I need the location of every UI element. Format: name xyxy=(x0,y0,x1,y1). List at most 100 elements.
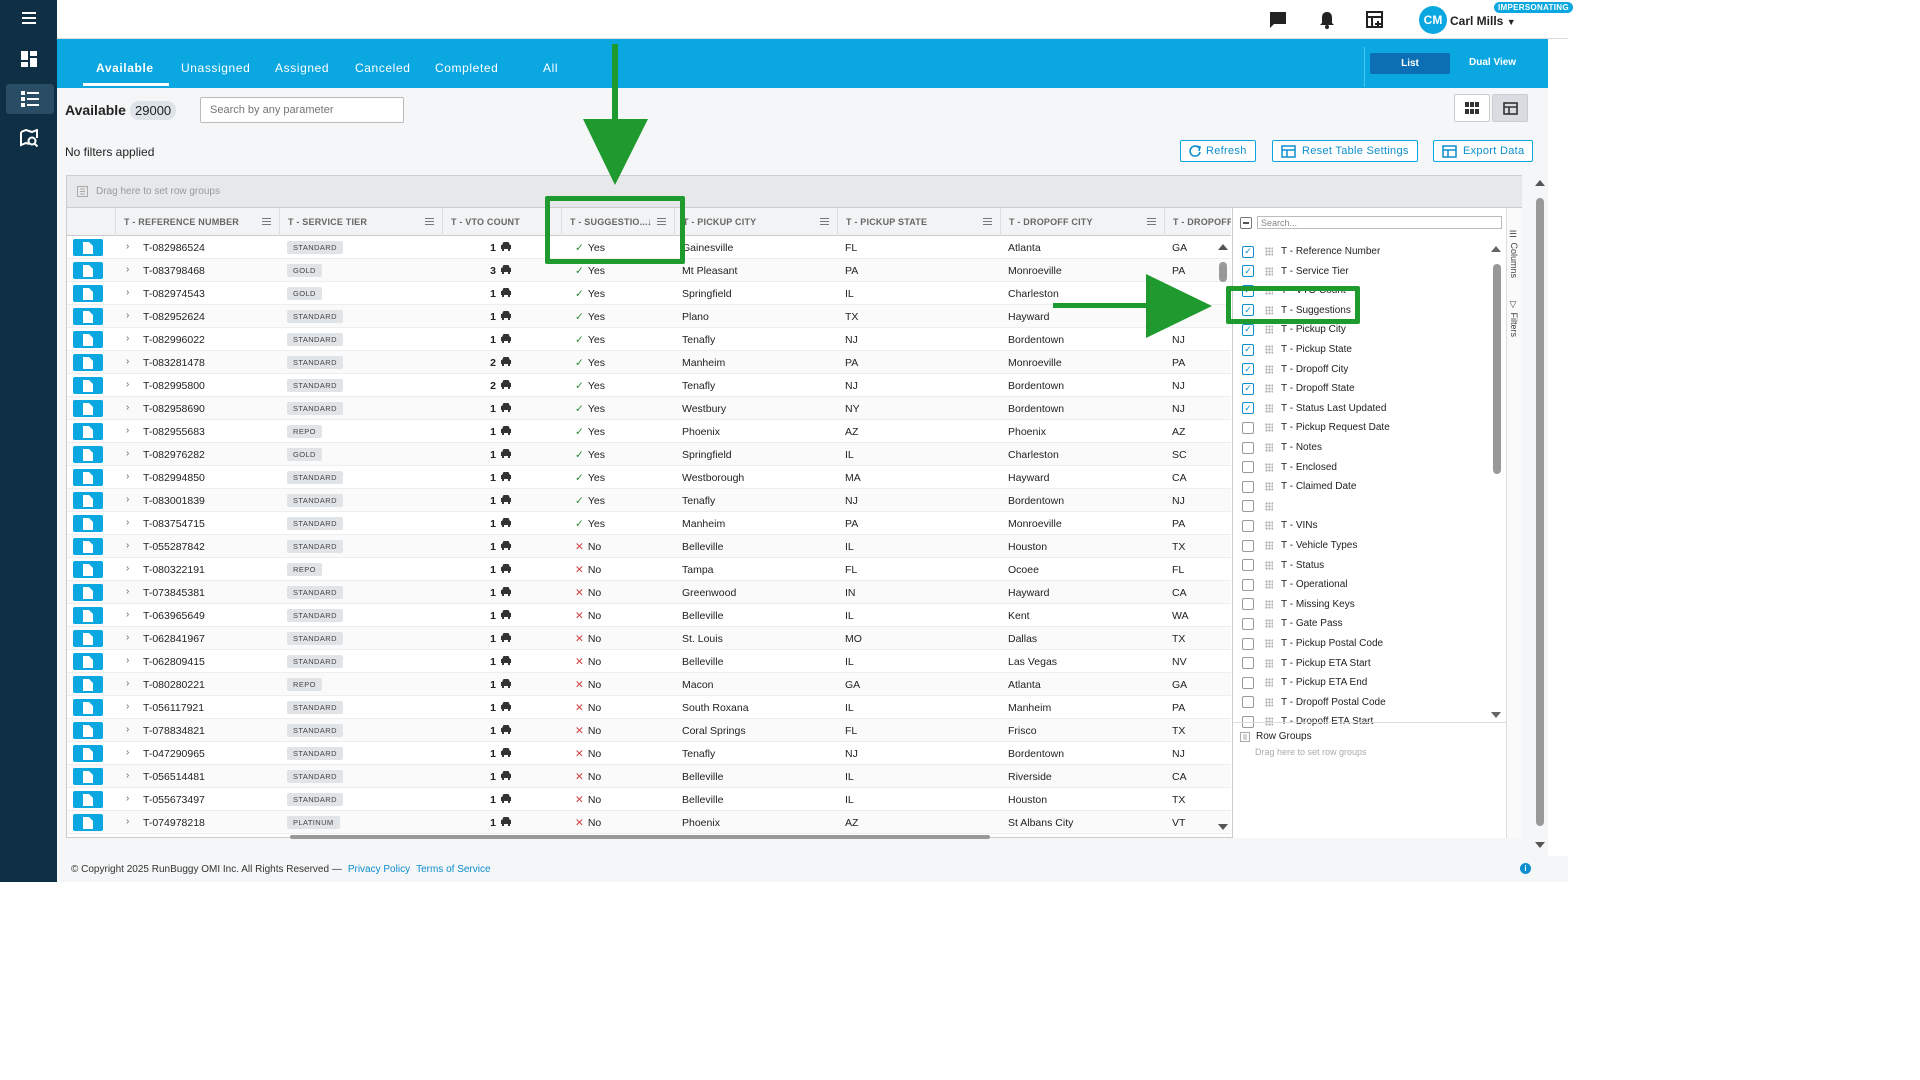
open-document-button[interactable] xyxy=(73,653,103,670)
page-scrollbar[interactable] xyxy=(1535,180,1545,848)
column-checkbox[interactable]: ✓ xyxy=(1242,363,1254,376)
open-document-button[interactable] xyxy=(73,239,103,256)
table-row[interactable]: › T-063965649 STANDARD Belleville IL Kent WA 1 ✕… xyxy=(67,604,1231,627)
table-row[interactable]: › T-080322191 REPO Tampa FL Ocoee FL 1 ✕ No xyxy=(67,558,1231,581)
tab-unassigned[interactable]: Unassigned xyxy=(181,61,250,75)
table-scrollbar[interactable] xyxy=(1216,236,1230,836)
column-toggle-item[interactable]: T - Pickup Postal Code xyxy=(1242,634,1383,653)
list-scroll-up-icon[interactable] xyxy=(1491,246,1501,252)
card-view-button[interactable] xyxy=(1454,94,1490,122)
column-checkbox[interactable]: ✓ xyxy=(1242,343,1254,356)
header-reference-number[interactable]: T - REFERENCE NUMBER xyxy=(115,208,279,236)
drag-handle-icon[interactable] xyxy=(1265,325,1273,335)
drag-handle-icon[interactable] xyxy=(1265,364,1273,374)
table-row[interactable]: › T-062809415 STANDARD Belleville IL Las Vega… xyxy=(67,650,1231,673)
open-document-button[interactable] xyxy=(73,607,103,624)
avatar[interactable]: CM xyxy=(1419,6,1447,34)
open-document-button[interactable] xyxy=(73,584,103,601)
filters-tab[interactable]: ▽ Filters xyxy=(1509,300,1519,337)
table-row[interactable]: › T-082958690 STANDARD Westbury NY Bordentown… xyxy=(67,397,1231,420)
column-toggle-item[interactable]: ✓ T - Dropoff City xyxy=(1242,360,1348,379)
expand-row-icon[interactable]: › xyxy=(126,540,129,551)
table-row[interactable]: › T-047290965 STANDARD Tenafly NJ Bordentown N… xyxy=(67,742,1231,765)
column-toggle-item[interactable]: ✓ T - Pickup State xyxy=(1242,340,1352,359)
expand-row-icon[interactable]: › xyxy=(126,632,129,643)
open-document-button[interactable] xyxy=(73,745,103,762)
header-dropoff-city[interactable]: T - DROPOFF CITY xyxy=(1000,208,1164,236)
expand-row-icon[interactable]: › xyxy=(126,333,129,344)
tab-completed[interactable]: Completed xyxy=(435,61,498,75)
chat-icon[interactable] xyxy=(1267,9,1289,31)
column-menu-icon[interactable] xyxy=(425,218,434,225)
open-document-button[interactable] xyxy=(73,630,103,647)
open-document-button[interactable] xyxy=(73,699,103,716)
column-checkbox[interactable]: ✓ xyxy=(1242,402,1254,415)
header-dropoff-state[interactable]: T - DROPOFF S xyxy=(1164,208,1231,236)
table-row[interactable]: › T-055673497 STANDARD Belleville IL Houston T… xyxy=(67,788,1231,811)
terms-of-service-link[interactable]: Terms of Service xyxy=(416,864,490,875)
tab-canceled[interactable]: Canceled xyxy=(355,61,411,75)
scroll-up-icon[interactable] xyxy=(1218,244,1228,250)
column-toggle-item[interactable]: T - Claimed Date xyxy=(1242,477,1356,496)
drag-handle-icon[interactable] xyxy=(1265,266,1273,276)
open-document-button[interactable] xyxy=(73,768,103,785)
header-pickup-city[interactable]: T - PICKUP CITY xyxy=(674,208,837,236)
expand-row-icon[interactable]: › xyxy=(126,310,129,321)
refresh-button[interactable]: Refresh xyxy=(1180,140,1256,162)
column-toggle-item[interactable]: ✓ T - Dropoff State xyxy=(1242,379,1355,398)
open-document-button[interactable] xyxy=(73,308,103,325)
column-toggle-item[interactable]: T - Pickup ETA End xyxy=(1242,673,1367,692)
open-document-button[interactable] xyxy=(73,400,103,417)
drag-handle-icon[interactable] xyxy=(1265,501,1273,511)
column-toggle-item[interactable]: T - Gate Pass xyxy=(1242,614,1343,633)
drag-handle-icon[interactable] xyxy=(1265,639,1273,648)
expand-row-icon[interactable]: › xyxy=(126,816,129,827)
expand-row-icon[interactable]: › xyxy=(126,402,129,413)
table-row[interactable]: › T-083281478 STANDARD Manheim PA Monroeville… xyxy=(67,351,1231,374)
column-checkbox[interactable] xyxy=(1242,480,1254,493)
header-service-tier[interactable]: T - SERVICE TIER xyxy=(279,208,442,236)
column-toggle-item[interactable]: ✓ T - Reference Number xyxy=(1242,242,1380,261)
column-menu-icon[interactable] xyxy=(820,218,829,225)
column-search-input[interactable]: Search... xyxy=(1257,216,1502,229)
column-toggle-item[interactable]: T - Status xyxy=(1242,556,1324,575)
table-row[interactable]: › T-082996022 STANDARD Tenafly NJ Bordentown N… xyxy=(67,328,1231,351)
column-toggle-item[interactable]: T - Missing Keys xyxy=(1242,595,1355,614)
expand-row-icon[interactable]: › xyxy=(126,747,129,758)
column-toggle-item[interactable]: ✓ T - Service Tier xyxy=(1242,262,1349,281)
expand-row-icon[interactable]: › xyxy=(126,678,129,689)
expand-row-icon[interactable]: › xyxy=(126,264,129,275)
column-checkbox[interactable] xyxy=(1242,519,1254,532)
drag-handle-icon[interactable] xyxy=(1265,580,1273,590)
column-toggle-item[interactable] xyxy=(1242,497,1281,516)
open-document-button[interactable] xyxy=(73,676,103,693)
column-checkbox[interactable]: ✓ xyxy=(1242,265,1254,278)
drag-handle-icon[interactable] xyxy=(1265,541,1273,550)
table-row[interactable]: › T-056117921 STANDARD South Roxana IL Manhei… xyxy=(67,696,1231,719)
expand-row-icon[interactable]: › xyxy=(126,563,129,574)
table-row[interactable]: › T-082995800 STANDARD Tenafly NJ Bordentown N… xyxy=(67,374,1231,397)
table-row[interactable]: › T-073845381 STANDARD Greenwood IN Hayward CA… xyxy=(67,581,1231,604)
expand-row-icon[interactable]: › xyxy=(126,287,129,298)
table-row[interactable]: › T-078834821 STANDARD Coral Springs FL Frisc… xyxy=(67,719,1231,742)
drag-handle-icon[interactable] xyxy=(1265,560,1273,570)
table-row[interactable]: › T-074978218 PLATINUM Phoenix AZ St Albans C… xyxy=(67,811,1231,834)
expand-row-icon[interactable]: › xyxy=(126,586,129,597)
table-row[interactable]: › T-082994850 STANDARD Westborough MA Hayward… xyxy=(67,466,1231,489)
page-scroll-up-icon[interactable] xyxy=(1535,180,1545,186)
table-view-button[interactable] xyxy=(1492,94,1528,122)
expand-row-icon[interactable]: › xyxy=(126,701,129,712)
column-checkbox[interactable] xyxy=(1242,559,1254,572)
expand-row-icon[interactable]: › xyxy=(126,609,129,620)
table-row[interactable]: › T-056514481 STANDARD Belleville IL Riversid… xyxy=(67,765,1231,788)
page-scroll-down-icon[interactable] xyxy=(1535,842,1545,848)
column-toggle-item[interactable]: T - Enclosed xyxy=(1242,458,1337,477)
column-toggle-item[interactable]: ✓ T - Status Last Updated xyxy=(1242,399,1386,418)
list-scroll-down-icon[interactable] xyxy=(1491,712,1501,718)
column-toggle-item[interactable]: T - VINs xyxy=(1242,516,1317,535)
open-document-button[interactable] xyxy=(73,377,103,394)
list-scroll-thumb[interactable] xyxy=(1493,264,1501,474)
export-data-button[interactable]: Export Data xyxy=(1433,140,1534,162)
column-checkbox[interactable]: ✓ xyxy=(1242,382,1254,395)
drag-handle-icon[interactable] xyxy=(1265,423,1273,433)
